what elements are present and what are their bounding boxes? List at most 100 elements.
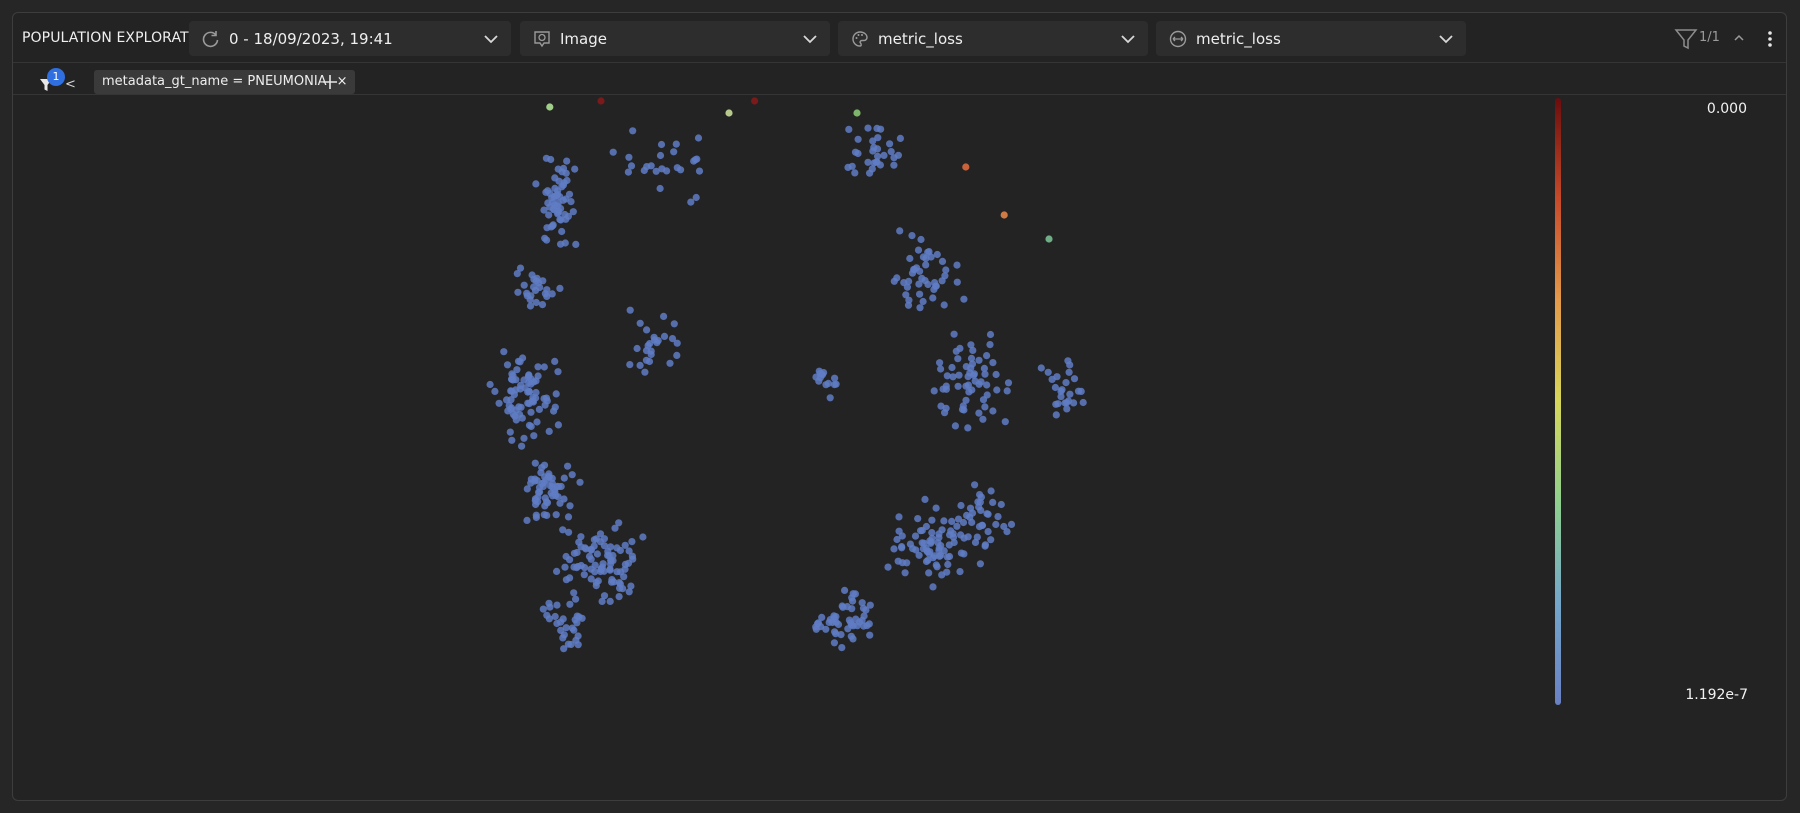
scatter-point[interactable] [541,401,549,409]
scatter-point[interactable] [523,516,531,524]
scatter-point[interactable] [530,275,538,283]
scatter-point[interactable] [844,625,852,633]
scatter-point[interactable] [902,291,910,299]
scatter-point[interactable] [574,632,582,640]
scatter-point[interactable] [673,351,681,359]
scatter-point[interactable] [551,357,559,365]
scatter-point[interactable] [527,422,535,431]
scatter-point[interactable] [561,563,569,571]
scatter-point[interactable] [1003,528,1011,536]
scatter-point[interactable] [495,399,503,407]
scatter-point[interactable] [904,301,913,309]
scatter-point[interactable] [916,290,924,298]
scatter-point[interactable] [848,162,856,170]
scatter-point[interactable] [508,436,516,444]
scatter-point[interactable] [911,532,920,540]
scatter-point[interactable] [636,361,644,369]
scatter-point[interactable] [837,631,845,639]
scatter-point[interactable] [938,526,946,534]
scatter-point[interactable] [559,164,568,172]
scatter-point[interactable] [615,593,623,601]
scatter-point[interactable] [551,403,559,411]
scatter-point[interactable] [925,569,933,577]
scatter-point[interactable] [920,539,928,547]
scatter-point[interactable] [666,359,674,367]
scatter-point[interactable] [656,184,664,193]
scatter-point[interactable] [641,368,649,376]
scatter-point[interactable] [565,190,574,198]
scatter-point[interactable] [895,513,903,521]
scatter-point[interactable] [903,559,911,567]
scatter-point[interactable] [1004,379,1013,387]
scatter-point[interactable] [946,531,954,539]
scatter-point[interactable] [533,477,541,485]
scatter-point[interactable] [673,339,681,347]
scatter-point[interactable] [1079,398,1087,407]
scatter-point[interactable] [986,330,995,339]
scatter-point[interactable] [534,363,542,371]
scatter-point[interactable] [974,498,982,506]
scatter-point[interactable] [609,148,617,156]
scatter-point[interactable] [997,500,1005,509]
scatter-point[interactable] [486,380,494,389]
scatter-point[interactable] [976,560,985,568]
scatter-point[interactable] [971,377,979,385]
scatter-point[interactable] [540,206,548,214]
scatter-point[interactable] [992,520,1000,529]
scatter-point[interactable] [1074,387,1083,395]
scatter-point[interactable] [572,240,580,248]
scatter-point[interactable] [514,288,522,296]
scatter-point[interactable] [553,482,561,490]
scatter-point[interactable] [587,545,595,553]
scatter-point[interactable] [564,513,573,521]
scatter-point[interactable] [929,294,937,302]
scatter-point[interactable] [938,257,947,265]
scatter-point[interactable] [534,372,542,380]
scatter-point[interactable] [627,162,636,170]
scatter-point[interactable] [672,140,680,148]
scatter-point[interactable] [687,198,695,206]
scatter-plot[interactable] [13,95,1788,800]
scatter-point[interactable] [500,348,508,356]
scatter-point[interactable] [660,332,669,340]
scatter-point[interactable] [531,286,540,294]
scatter-point[interactable] [619,585,627,593]
scatter-point[interactable] [523,485,531,493]
scatter-point[interactable] [537,469,545,477]
scatter-point[interactable] [517,381,525,389]
scatter-point[interactable] [553,567,561,575]
scatter-point[interactable] [968,518,976,526]
scatter-point[interactable] [643,163,651,171]
scatter-point[interactable] [917,527,925,535]
scatter-point[interactable] [553,619,561,628]
scatter-point[interactable] [532,298,540,307]
scatter-point[interactable] [516,264,525,272]
scatter-point[interactable] [570,589,578,597]
scatter-point[interactable] [695,167,704,175]
scatter-point[interactable] [535,405,544,413]
scatter-point[interactable] [890,154,898,162]
scatter-point[interactable] [858,599,866,607]
scatter-point[interactable] [948,363,956,372]
scatter-point[interactable] [930,387,938,395]
scatter-point[interactable] [564,462,572,470]
scatter-point[interactable] [590,536,599,544]
scatter-point[interactable] [578,614,586,622]
scatter-point[interactable] [901,569,909,577]
scatter-point[interactable] [847,632,855,640]
scatter-point[interactable] [1052,400,1060,408]
scatter-point[interactable] [1066,361,1074,369]
scatter-point[interactable] [968,360,977,368]
scatter-point[interactable] [542,394,551,402]
scatter-point[interactable] [564,640,573,648]
scatter-point[interactable] [831,374,839,382]
scatter-point[interactable] [1065,368,1073,376]
scatter-point[interactable] [552,390,560,398]
scatter-point[interactable] [864,124,872,132]
scatter-point[interactable] [545,473,553,481]
scatter-point[interactable] [962,396,970,404]
scatter-point[interactable] [539,277,547,285]
scatter-point[interactable] [673,164,681,172]
scatter-point[interactable] [573,564,581,572]
scatter-point[interactable] [1063,399,1071,407]
